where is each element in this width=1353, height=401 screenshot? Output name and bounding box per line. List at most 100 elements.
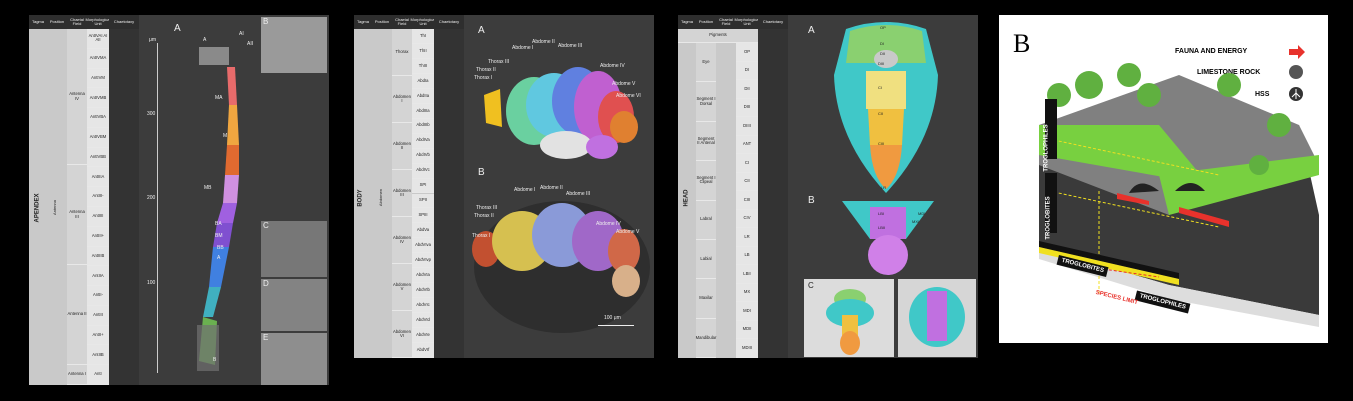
label-b-abdome-i: Abdome I [514, 187, 536, 193]
unit-row: AbdVId [412, 313, 434, 329]
head-label: OP [880, 25, 886, 30]
inset-d [261, 279, 327, 331]
abdomen-illustration-a [484, 67, 638, 159]
unit-row: AntIIB [87, 345, 109, 366]
scale-bar [157, 43, 158, 373]
tip-a: A [203, 37, 207, 43]
label-a-thorax-ii: Thorax II [476, 67, 496, 73]
unit-row: AbdIIIb [412, 118, 434, 134]
unit-row: AntIVAI AI AII [87, 29, 109, 49]
seg-ma: MA [215, 95, 223, 101]
field-row: Eye [696, 43, 716, 83]
scale-tick-300: 300 [147, 111, 156, 117]
field-ant3: Antenna III [67, 165, 87, 265]
field-row: Labral [696, 200, 716, 240]
unit-row: AntIVM [87, 68, 109, 89]
chaetotaxy-column [434, 29, 464, 358]
field-ant1: Antenna I [67, 365, 87, 385]
unit-row: CIV [736, 209, 758, 229]
label-b-abdome-ii: Abdome II [540, 185, 563, 191]
unit-row: AbdVIva [412, 238, 434, 254]
unit-row: AbdVIa [412, 268, 434, 284]
tip-ai: AI [239, 31, 244, 37]
unit-row: AntIIA [87, 266, 109, 287]
label-b-abdome-v: Abdome V [616, 229, 640, 235]
scale-tick-200: 200 [147, 195, 156, 201]
tagma-label: HEAD [683, 189, 690, 207]
label-a-abdome-iii: Abdome III [558, 43, 583, 49]
unit-row: LBII [736, 265, 758, 284]
unit-row: AbdIIIa [412, 103, 434, 119]
unit-row: MDI [736, 302, 758, 321]
field-row: Thorax [392, 29, 412, 76]
field-row: Segment I Clipeal [696, 161, 716, 201]
unit-row: AntIVMB [87, 88, 109, 109]
unit-row: AntIII- [87, 187, 109, 207]
chaetotaxy-column [109, 29, 139, 385]
col-chaetotaxy: Chaetotaxy [758, 15, 788, 29]
field-row: Segment I Dorsal [696, 82, 716, 122]
inset-label-d: D [263, 279, 269, 288]
unit-row: AntI [87, 365, 109, 385]
col-chaetotaxy: Chaetotaxy [434, 15, 464, 29]
troglophiles-vertical: TROGLOPHILES [1043, 124, 1050, 172]
head-label: DI [880, 41, 884, 46]
head-label: CII [878, 111, 884, 116]
tagma-label: APENDEX [34, 193, 41, 223]
col-field: Chaetal Field [67, 15, 87, 29]
unit-row: AbdVIf [412, 343, 434, 358]
panel-cave-diagram: B FAUNA AND ENERGY LIMESTONE ROCK HSS TR… [999, 15, 1328, 343]
unit-row: AntIII+ [87, 226, 109, 247]
unit-row: CI [736, 154, 758, 173]
field-row: Abdomen V [392, 264, 412, 311]
unit-row: AbdVIe [412, 328, 434, 344]
unit-row: AbdVIb [412, 283, 434, 299]
head-label: LBI [878, 211, 885, 216]
unit-row: ANT [736, 135, 758, 155]
head-label: LR [881, 185, 887, 190]
unit-row: CII [736, 172, 758, 192]
unit-row: AntIIII [87, 207, 109, 227]
col-field: Chaetal Field [392, 15, 412, 29]
unit-row: AntIIIA [87, 167, 109, 188]
field-row: Abdomen VI [392, 311, 412, 358]
col-chaetotaxy: Chaetotaxy [109, 15, 139, 29]
label-a-abdome-iv: Abdome IV [600, 63, 625, 69]
chaetotaxy-column [758, 29, 788, 358]
unit-row: AntIII [87, 305, 109, 326]
head-label: CI [878, 85, 882, 90]
scale-label: 100 μm [604, 315, 621, 321]
inset-b [261, 17, 327, 73]
label-a-abdome-i: Abdome I [512, 45, 534, 51]
unit-row: AbdIIa [412, 88, 434, 104]
label-b-thorax-iii: Thorax III [476, 205, 498, 211]
field-row: Labial [696, 239, 716, 280]
unit-row: ThII [412, 43, 434, 59]
position-label: Abdomen [378, 188, 384, 207]
pigments-row: Pigments [678, 29, 758, 43]
unit-row: AntIVBA [87, 108, 109, 128]
field-row: Abdomen II [392, 123, 412, 170]
unit-row: DIII [736, 98, 758, 118]
unit-row: DIIII [736, 117, 758, 136]
inset-c [261, 221, 327, 277]
panel-antenna: Tagma Position Chaetal Field Morphologic… [29, 15, 329, 385]
unit-row: AbdVIvp [412, 253, 434, 269]
unit-row: AbdIVc [412, 163, 434, 179]
unit-row: DII [736, 80, 758, 99]
unit-row: AntII+ [87, 325, 109, 346]
label-a-thorax-iii: Thorax III [488, 59, 510, 65]
col-position: Position [47, 15, 67, 29]
inset-e [261, 333, 327, 385]
unit-row: AbdVa [412, 223, 434, 239]
label-a-abdome-ii: Abdome II [532, 39, 555, 45]
label-b-thorax-ii: Thorax II [474, 213, 494, 219]
field-ant2: Antenna II [67, 265, 87, 365]
col-tagma: Tagma [678, 15, 696, 29]
unit-row: AntIIIB [87, 246, 109, 267]
seg-m: M [223, 133, 228, 139]
unit-row: AntII- [87, 286, 109, 306]
field-row: Mandibular [696, 318, 716, 358]
unit-row: AbdIVa [412, 133, 434, 149]
head-illustration-b [842, 201, 934, 275]
